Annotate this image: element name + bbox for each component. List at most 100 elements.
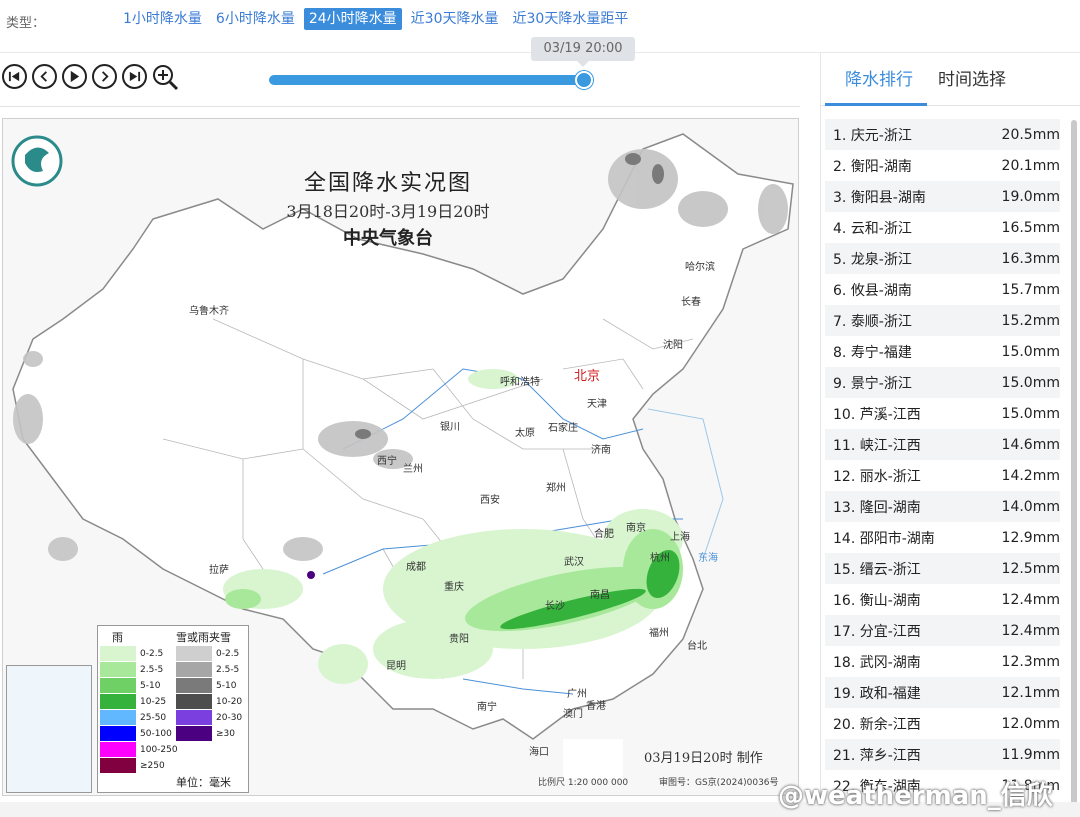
ranking-row[interactable]: 20. 新余-江西 12.0mm (825, 708, 1060, 739)
ranking-row[interactable]: 21. 萍乡-江西 11.9mm (825, 739, 1060, 770)
legend-swatch (100, 678, 136, 693)
ranking-left: 20. 新余-江西 (833, 714, 921, 734)
type-label: 类型： (6, 16, 46, 31)
ranking-station: 衡阳县-湖南 (850, 189, 926, 206)
legend-row-snow: 0-2.5 (176, 646, 239, 661)
city-label: 台北 (687, 641, 707, 652)
ranking-number: 18. (833, 654, 856, 671)
legend-label: 2.5-5 (140, 664, 164, 675)
tab-30d-precip[interactable]: 近30天降水量 (406, 8, 504, 30)
ranking-value: 14.0mm (1001, 498, 1060, 515)
ranking-value: 11.9mm (1001, 746, 1060, 763)
legend-swatch (100, 758, 136, 773)
ranking-station: 新余-江西 (859, 716, 921, 733)
city-label: 南京 (626, 523, 646, 534)
tab-6h-precip[interactable]: 6小时降水量 (211, 8, 300, 30)
city-label: 长沙 (545, 601, 565, 612)
legend-row-rain: 5-10 (100, 678, 160, 693)
ranking-row[interactable]: 16. 衡山-湖南 12.4mm (825, 584, 1060, 615)
ranking-scrollbar[interactable] (1071, 120, 1077, 810)
ranking-row[interactable]: 14. 邵阳市-湖南 12.9mm (825, 522, 1060, 553)
last-frame-icon (129, 71, 141, 82)
ranking-row[interactable]: 1. 庆元-浙江 20.5mm (825, 119, 1060, 150)
city-label: 呼和浩特 (500, 377, 540, 388)
next-button[interactable] (92, 64, 117, 89)
legend-swatch (100, 726, 136, 741)
ranking-row[interactable]: 6. 攸县-湖南 15.7mm (825, 274, 1060, 305)
active-tab-underline (825, 103, 927, 106)
ranking-row[interactable]: 19. 政和-福建 12.1mm (825, 677, 1060, 708)
ranking-row[interactable]: 3. 衡阳县-湖南 19.0mm (825, 181, 1060, 212)
legend-swatch (100, 646, 136, 661)
ranking-number: 3. (833, 189, 847, 206)
ranking-value: 14.6mm (1001, 436, 1060, 453)
ranking-station: 分宜-江西 (859, 623, 921, 640)
ranking-number: 8. (833, 344, 847, 361)
last-frame-button[interactable] (122, 64, 147, 89)
ranking-row[interactable]: 18. 武冈-湖南 12.3mm (825, 646, 1060, 677)
ranking-number: 12. (833, 468, 856, 485)
ranking-row[interactable]: 7. 泰顺-浙江 15.2mm (825, 305, 1060, 336)
ranking-row[interactable]: 22. 衡东-湖南 11.8mm (825, 770, 1060, 801)
ranking-value: 20.5mm (1001, 126, 1060, 143)
ranking-row[interactable]: 9. 景宁-浙江 15.0mm (825, 367, 1060, 398)
ranking-row[interactable]: 12. 丽水-浙江 14.2mm (825, 460, 1060, 491)
ranking-number: 17. (833, 623, 856, 640)
ranking-left: 8. 寿宁-福建 (833, 342, 912, 362)
ranking-left: 13. 隆回-湖南 (833, 497, 921, 517)
sea-label: 东海 (698, 553, 718, 564)
ranking-row[interactable]: 13. 隆回-湖南 14.0mm (825, 491, 1060, 522)
legend-row-rain: 2.5-5 (100, 662, 163, 677)
city-label: 太原 (515, 428, 535, 439)
ranking-row[interactable]: 17. 分宜-江西 12.4mm (825, 615, 1060, 646)
legend-swatch (176, 678, 212, 693)
ranking-row[interactable]: 5. 龙泉-浙江 16.3mm (825, 243, 1060, 274)
city-label: 长春 (681, 297, 701, 308)
legend-row-snow: 10-20 (176, 694, 242, 709)
ranking-station: 龙泉-浙江 (850, 251, 912, 268)
city-label: 西宁 (377, 456, 397, 467)
legend-row-rain: 0-2.5 (100, 646, 163, 661)
ranking-station: 衡东-湖南 (859, 778, 921, 795)
zoom-in-button[interactable] (152, 64, 180, 92)
ranking-row[interactable]: 8. 寿宁-福建 15.0mm (825, 336, 1060, 367)
city-label: 南昌 (590, 590, 610, 601)
ranking-row[interactable]: 2. 衡阳-湖南 20.1mm (825, 150, 1060, 181)
ranking-row[interactable]: 11. 峡江-江西 14.6mm (825, 429, 1060, 460)
ranking-station: 攸县-湖南 (850, 282, 912, 299)
ranking-station: 丽水-浙江 (859, 468, 921, 485)
ranking-number: 1. (833, 127, 847, 144)
ranking-value: 12.9mm (1001, 529, 1060, 546)
tab-precip-ranking[interactable]: 降水排行 (845, 65, 913, 90)
time-slider-track[interactable] (269, 75, 585, 85)
ranking-station: 衡山-湖南 (859, 592, 921, 609)
ranking-value: 12.1mm (1001, 684, 1060, 701)
ranking-row[interactable]: 15. 缙云-浙江 12.5mm (825, 553, 1060, 584)
ranking-station: 缙云-浙江 (859, 561, 921, 578)
ranking-row[interactable]: 10. 芦溪-江西 15.0mm (825, 398, 1060, 429)
tab-30d-anomaly[interactable]: 近30天降水量距平 (508, 8, 634, 30)
ranking-station: 泰顺-浙江 (850, 313, 912, 330)
ranking-left: 7. 泰顺-浙江 (833, 311, 912, 331)
ranking-row[interactable]: 4. 云和-浙江 16.5mm (825, 212, 1060, 243)
prev-button[interactable] (32, 64, 57, 89)
time-slider-handle[interactable] (575, 71, 593, 89)
tab-1h-precip[interactable]: 1小时降水量 (118, 8, 207, 30)
play-button[interactable] (62, 64, 87, 89)
precipitation-map[interactable]: 全国降水实况图 3月18日20时-3月19日20时 中央气象台 乌鲁木齐 哈尔滨… (2, 118, 799, 796)
legend-row-rain: 50-100 (100, 726, 172, 741)
tab-time-select[interactable]: 时间选择 (938, 65, 1006, 90)
first-frame-button[interactable] (2, 64, 27, 89)
legend-row-snow: 20-30 (176, 710, 242, 725)
tab-24h-precip[interactable]: 24小时降水量 (303, 8, 402, 30)
ranking-value: 11.8mm (1001, 777, 1060, 794)
legend-label: 20-30 (216, 712, 243, 723)
city-label: 济南 (591, 445, 611, 456)
legend-row-rain: 100-250 (100, 742, 178, 757)
ranking-panel: 降水排行 时间选择 1. 庆元-浙江 20.5mm 2. 衡阳-湖南 20.1mm 3.… (820, 53, 1080, 817)
ranking-number: 7. (833, 313, 847, 330)
ranking-station: 云和-浙江 (850, 220, 912, 237)
ranking-number: 10. (833, 406, 856, 423)
city-label: 哈尔滨 (685, 262, 715, 273)
legend-row-snow: 5-10 (176, 678, 236, 693)
